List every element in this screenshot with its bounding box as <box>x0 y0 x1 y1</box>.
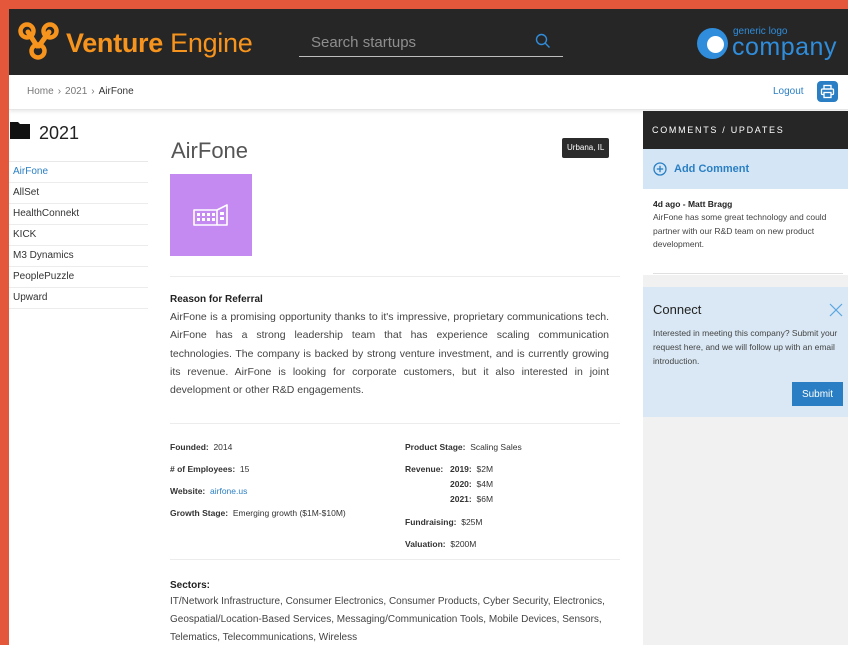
revenue-row: 2019: $2M <box>450 464 493 474</box>
app-frame: Venture Engine generic logo company Home… <box>9 9 848 645</box>
revenue-amount: $2M <box>476 464 494 474</box>
sidebar-list: AirFone AllSet HealthConnekt KICK M3 Dyn… <box>9 161 148 309</box>
company-name: AirFone <box>171 138 249 163</box>
comments-panel: COMMENTS / UPDATES Add Comment 4d ago - … <box>643 111 848 645</box>
fact-employees: # of Employees: 15 <box>170 464 249 474</box>
fact-founded: Founded: 2014 <box>170 442 232 452</box>
submit-button[interactable]: Submit <box>792 382 843 406</box>
search-input[interactable] <box>299 29 529 55</box>
sectors-heading: Sectors: <box>170 580 211 591</box>
fact-revenue: Revenue: <box>405 464 443 474</box>
fact-label: Valuation: <box>405 539 446 549</box>
folder-icon <box>10 122 30 139</box>
partner-logo-mark-icon <box>697 28 728 59</box>
sidebar-item-airfone[interactable]: AirFone <box>9 162 148 183</box>
fact-value: Emerging growth ($1M-$10M) <box>232 508 346 518</box>
sidebar-item-upward[interactable]: Upward <box>9 288 148 309</box>
comment-divider <box>653 273 843 274</box>
fact-value: $25M <box>461 517 483 527</box>
brand-bold: Venture <box>66 28 163 58</box>
reason-text: AirFone is a promising opportunity thank… <box>170 311 609 397</box>
fact-valuation: Valuation: $200M <box>405 539 476 549</box>
breadcrumb-separator: › <box>57 86 62 97</box>
breadcrumb: Home › 2021 › AirFone <box>27 86 134 97</box>
brand-light: Engine <box>162 28 253 58</box>
fact-value: 2014 <box>213 442 233 452</box>
fact-fundraising: Fundraising: $25M <box>405 517 482 527</box>
breadcrumb-separator: › <box>91 86 95 97</box>
add-comment-label: Add Comment <box>674 163 750 175</box>
fact-label: # of Employees: <box>170 464 236 474</box>
sidebar-item-peoplepuzzle[interactable]: PeoplePuzzle <box>9 267 148 288</box>
revenue-row: 2021: $6M <box>450 494 493 504</box>
search-icon[interactable] <box>535 33 551 49</box>
revenue-year: 2021: <box>450 494 472 504</box>
comment-meta: 4d ago - Matt Bragg <box>653 199 733 209</box>
building-icon <box>193 204 228 226</box>
search-box <box>299 29 563 57</box>
revenue-amount: $4M <box>476 479 494 489</box>
breadcrumb-home[interactable]: Home <box>27 86 54 97</box>
fact-label: Revenue: <box>405 464 444 474</box>
company-logo <box>170 174 252 256</box>
fact-label: Fundraising: <box>405 517 457 527</box>
breadcrumb-current: AirFone <box>98 86 134 97</box>
connect-text: Interested in meeting this company? Subm… <box>653 328 838 366</box>
plus-circle-icon <box>653 162 667 176</box>
sidebar-item-m3-dynamics[interactable]: M3 Dynamics <box>9 246 148 267</box>
comment-text: AirFone has some great technology and co… <box>653 212 827 249</box>
revenue-year: 2019: <box>450 464 472 474</box>
fact-label: Website: <box>170 486 206 496</box>
breadcrumb-year[interactable]: 2021 <box>65 86 87 97</box>
section-divider <box>170 423 620 424</box>
revenue-row: 2020: $4M <box>450 479 493 489</box>
logout-link[interactable]: Logout <box>773 86 804 97</box>
brand-name[interactable]: Venture Engine <box>66 28 253 59</box>
partner-company-logo: generic logo company <box>695 21 845 61</box>
reason-heading: Reason for Referral <box>170 294 263 305</box>
print-button[interactable] <box>817 81 838 102</box>
close-icon[interactable] <box>828 302 844 318</box>
printer-icon <box>820 84 835 99</box>
revenue-year: 2020: <box>450 479 472 489</box>
connect-box: Connect Interested in meeting this compa… <box>643 287 848 417</box>
section-divider <box>170 559 620 560</box>
fact-product-stage: Product Stage: Scaling Sales <box>405 442 522 452</box>
fact-value: 15 <box>239 464 250 474</box>
revenue-amount: $6M <box>476 494 494 504</box>
fact-label: Product Stage: <box>405 442 466 452</box>
comments-heading: COMMENTS / UPDATES <box>643 111 848 149</box>
sidebar-item-kick[interactable]: KICK <box>9 225 148 246</box>
location-badge: Urbana, IL <box>562 138 610 158</box>
sectors-text: IT/Network Infrastructure, Consumer Elec… <box>170 596 605 643</box>
sidebar-item-allset[interactable]: AllSet <box>9 183 148 204</box>
breadcrumb-bar: Home › 2021 › AirFone Logout <box>9 75 848 110</box>
venture-engine-logo-icon[interactable] <box>17 21 61 61</box>
fact-value: Scaling Sales <box>470 442 522 452</box>
fact-label: Growth Stage: <box>170 508 229 518</box>
fact-growth-stage: Growth Stage: Emerging growth ($1M-$10M) <box>170 508 346 518</box>
comments-section: Add Comment 4d ago - Matt Bragg AirFone … <box>643 149 848 275</box>
sidebar-title: 2021 <box>39 123 80 143</box>
fact-website: Website: airfone.us <box>170 486 247 496</box>
partner-logo-big-text: company <box>732 33 837 61</box>
fact-value: $200M <box>450 539 477 549</box>
company-detail: AirFone Urbana, IL Reason for Referral A… <box>148 111 643 645</box>
add-comment-button[interactable]: Add Comment <box>643 149 848 189</box>
sidebar-item-healthconnekt[interactable]: HealthConnekt <box>9 204 148 225</box>
section-divider <box>170 276 620 277</box>
connect-heading: Connect <box>653 302 702 317</box>
fact-label: Founded: <box>170 442 209 452</box>
website-link[interactable]: airfone.us <box>210 486 247 496</box>
sidebar: 2021 AirFone AllSet HealthConnekt KICK M… <box>9 111 148 645</box>
top-header: Venture Engine generic logo company <box>9 9 848 75</box>
